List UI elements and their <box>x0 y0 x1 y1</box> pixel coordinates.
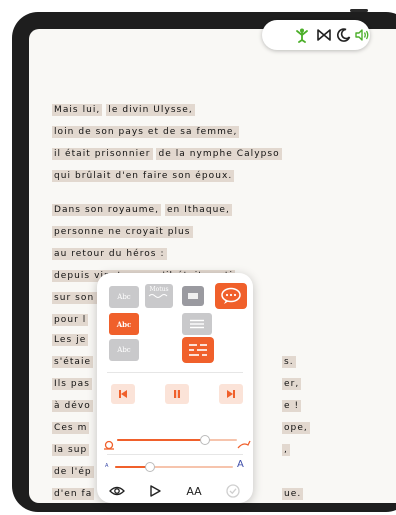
font-style-option[interactable]: Abc <box>109 339 139 361</box>
text-line: personne ne croyait plus <box>52 226 193 238</box>
divider <box>107 454 243 455</box>
moon-icon[interactable] <box>334 25 354 45</box>
font-style-option-selected[interactable]: Abc <box>109 313 139 335</box>
font-size-large-label: A <box>237 459 244 470</box>
camera-notch <box>350 9 368 12</box>
line-spacing-option-selected[interactable] <box>182 337 214 363</box>
block-highlight-option[interactable] <box>182 286 204 306</box>
text-line-partial: à dévo <box>52 400 93 412</box>
line-spacing-option[interactable] <box>182 313 212 335</box>
text-line-partial: la sup <box>52 444 90 456</box>
reader-toolbar <box>262 20 370 50</box>
text-line: qui brûlait d'en faire son époux. <box>52 170 235 182</box>
puppet-icon[interactable] <box>292 25 312 45</box>
motus-option[interactable]: Motus <box>145 284 173 308</box>
text-line-partial: de l'ép <box>52 466 94 478</box>
text-line-partial: er, <box>282 378 302 390</box>
font-size-slider[interactable] <box>115 461 233 473</box>
text-line: Mais lui, le divin Ulysse, <box>52 104 195 116</box>
bowtie-icon[interactable] <box>314 25 334 45</box>
text-line: loin de son pays et de sa femme, <box>52 126 240 138</box>
text-line-partial: , <box>282 444 290 456</box>
text-line-partial: Les je <box>52 334 89 346</box>
text-line-partial: e ! <box>282 400 302 412</box>
reading-settings-panel: Abc Motus Abc Abc A A AA <box>97 273 253 503</box>
text-line: Dans son royaume, en Ithaque, <box>52 204 232 216</box>
snail-icon <box>103 435 115 450</box>
font-size-small-label: A <box>105 463 109 469</box>
previous-button[interactable] <box>111 384 135 404</box>
speaker-icon[interactable] <box>352 25 372 45</box>
text-line: au retour du héros : <box>52 248 167 260</box>
text-line: il était prisonnier de la nymphe Calypso <box>52 148 282 160</box>
text-line-partial: ue. <box>282 488 304 500</box>
confirm-icon[interactable] <box>223 483 243 499</box>
font-style-option[interactable]: Abc <box>109 286 139 308</box>
text-line-partial: d'en fa <box>52 488 95 500</box>
text-line-partial: Ces m <box>52 422 90 434</box>
speed-slider[interactable] <box>117 434 237 446</box>
text-line-partial: ope, <box>282 422 310 434</box>
text-line-partial: pour l <box>52 314 89 326</box>
pause-button[interactable] <box>165 384 189 404</box>
text-size-button[interactable]: AA <box>181 483 207 499</box>
rabbit-icon <box>237 435 251 449</box>
text-line-partial: s. <box>282 356 296 368</box>
text-line-partial: Ils pas <box>52 378 92 390</box>
eye-icon[interactable] <box>107 483 127 499</box>
speech-bubble-icon[interactable] <box>215 283 247 309</box>
play-icon[interactable] <box>145 483 165 499</box>
divider <box>107 372 243 373</box>
next-button[interactable] <box>219 384 243 404</box>
text-line-partial: s'étaie <box>52 356 94 368</box>
